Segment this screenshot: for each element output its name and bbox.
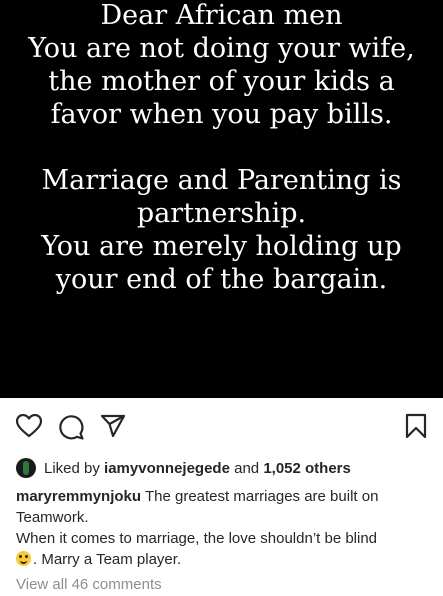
avatar[interactable] — [16, 458, 36, 478]
action-bar — [0, 400, 443, 452]
post-text-line: the mother of your kids a — [48, 66, 395, 97]
post-caption: maryremmynjoku The greatest marriages ar… — [16, 486, 431, 570]
likes-prefix: Liked by — [44, 459, 100, 477]
caption-line-3: . Marry a Team player. — [33, 551, 182, 568]
view-all-comments-link[interactable]: View all 46 comments — [16, 576, 162, 593]
heart-icon[interactable] — [15, 413, 43, 443]
post-image-text: Dear African men You are not doing your … — [0, 0, 443, 296]
smile-emoji-icon — [16, 551, 31, 566]
post-text-line: Marriage and Parenting is — [41, 165, 402, 196]
caption-line-2: When it comes to marriage, the love shou… — [16, 530, 378, 547]
post-paragraph-2: Marriage and Parenting is partnership. Y… — [0, 164, 443, 296]
post-text-line: your end of the bargain. — [55, 264, 388, 295]
likes-count[interactable]: 1,052 others — [263, 460, 351, 477]
post-paragraph-1: Dear African men You are not doing your … — [0, 0, 443, 131]
likes-connector: and — [234, 459, 260, 477]
likes-summary[interactable]: Liked by iamyvonnejegede and 1,052 other… — [16, 457, 351, 479]
post-text-line: Dear African men — [100, 0, 343, 31]
post-text-line: You are not doing your wife, — [28, 33, 415, 64]
post-image[interactable]: Dear African men You are not doing your … — [0, 0, 443, 398]
caption-username[interactable]: maryremmynjoku — [16, 488, 141, 505]
post-text-line: favor when you pay bills. — [50, 99, 393, 130]
post-text-line: partnership. — [136, 198, 307, 229]
liked-by-username[interactable]: iamyvonnejegede — [104, 460, 230, 477]
save-icon[interactable] — [405, 413, 427, 444]
post-text-line: You are merely holding up — [41, 231, 402, 262]
comment-icon[interactable] — [58, 414, 84, 445]
share-icon[interactable] — [100, 414, 126, 443]
